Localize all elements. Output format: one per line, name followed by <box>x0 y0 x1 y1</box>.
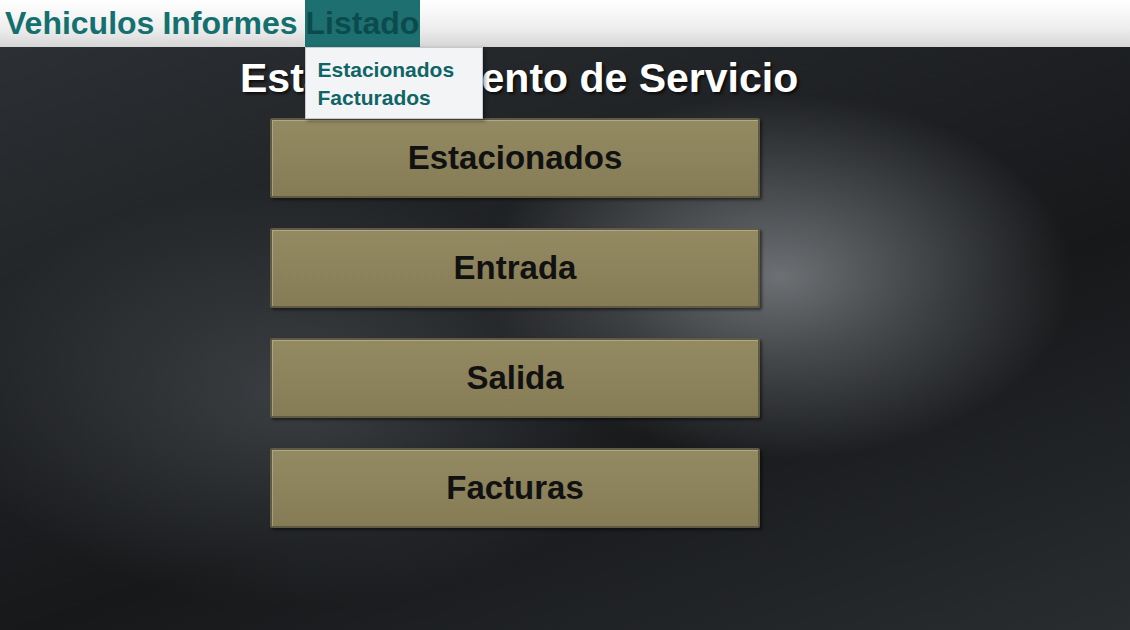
menu-item[interactable]: Listado EstacionadosFacturados <box>305 0 421 47</box>
menu-item[interactable]: Informes <box>161 0 298 47</box>
menu-item[interactable]: Vehiculos <box>4 0 155 47</box>
dropdown-item[interactable]: Estacionados <box>318 58 472 82</box>
background-picture: Estacionamiento de Servicio Estacionados… <box>0 47 1130 630</box>
nav-button[interactable]: Estacionados <box>270 118 760 198</box>
dropdown-menu: Estacionados Facturados <box>305 47 483 119</box>
nav-button[interactable]: Facturas <box>270 448 760 528</box>
app-window: Vehiculos Informes Listado EstacionadosF… <box>0 0 1130 630</box>
dropdown-item[interactable]: Facturados <box>318 86 472 110</box>
nav-button[interactable]: Salida <box>270 338 760 418</box>
menu-bar: Vehiculos Informes Listado EstacionadosF… <box>0 0 1130 47</box>
nav-button[interactable]: Entrada <box>270 228 760 308</box>
